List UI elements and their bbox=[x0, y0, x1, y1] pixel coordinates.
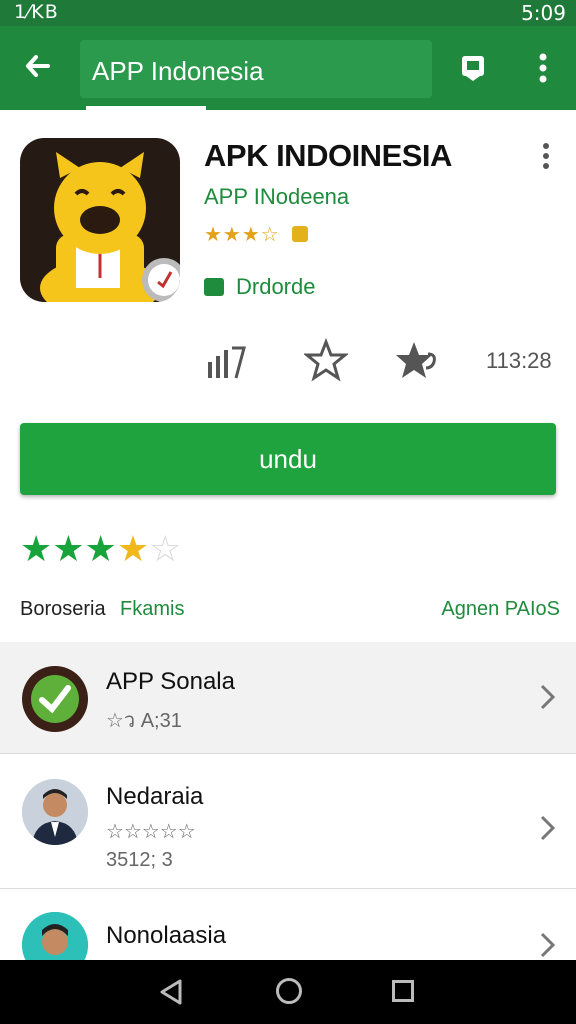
list-item-sub: ☆ว A;31 bbox=[106, 710, 182, 732]
app-toolbar: APP Indonesia bbox=[0, 26, 576, 110]
back-arrow-icon[interactable] bbox=[18, 46, 58, 86]
list-item[interactable]: APP Sonala ☆ว A;31 bbox=[0, 642, 576, 754]
list-item-sub: 3512; 3 bbox=[106, 849, 173, 871]
chevron-right-icon bbox=[536, 682, 558, 712]
installed-icon bbox=[204, 278, 224, 296]
install-tag-label: Drdorde bbox=[236, 274, 316, 299]
search-underline bbox=[86, 106, 206, 110]
app-developer[interactable]: APP INodeena bbox=[204, 184, 349, 210]
list-item[interactable]: Nedaraia ☆☆☆☆☆ 3512; 3 bbox=[0, 755, 576, 889]
chevron-right-icon bbox=[536, 813, 558, 843]
rating-badge-icon bbox=[292, 226, 308, 242]
link-left-green[interactable]: Fkamis bbox=[120, 598, 184, 621]
app-avatar bbox=[22, 666, 88, 732]
bookmark-icon[interactable] bbox=[458, 52, 488, 82]
list-item-title: APP Sonala bbox=[106, 668, 235, 695]
app-icon bbox=[20, 138, 180, 302]
search-text[interactable]: APP Indonesia bbox=[92, 56, 264, 87]
rating-stars[interactable]: ★★★★☆ bbox=[20, 528, 181, 570]
rating-empty-star: ☆ bbox=[149, 528, 182, 569]
rating-yellow-star: ★ bbox=[116, 528, 150, 569]
chevron-right-icon bbox=[536, 930, 558, 960]
star-half-icon bbox=[396, 338, 440, 382]
nav-recents-icon[interactable] bbox=[392, 980, 414, 1002]
chart-icon bbox=[204, 338, 248, 382]
app-title: APK INDOINESIA bbox=[204, 138, 452, 173]
status-time: 5:09 bbox=[521, 1, 566, 25]
link-left-label: Boroseria bbox=[20, 598, 106, 620]
star-outline-icon bbox=[302, 337, 350, 382]
list-item[interactable]: Nonolaasia bbox=[0, 890, 576, 978]
nav-back-icon[interactable] bbox=[158, 978, 184, 1006]
nav-home-icon[interactable] bbox=[276, 978, 302, 1004]
link-right[interactable]: Agnen PAIoS bbox=[441, 598, 560, 621]
install-button[interactable]: undu bbox=[20, 423, 556, 495]
overflow-menu-icon[interactable] bbox=[530, 50, 556, 86]
app-rating-stars: ★★★☆ bbox=[204, 224, 280, 246]
app-more-icon[interactable] bbox=[536, 140, 556, 174]
list-item-title: Nonolaasia bbox=[106, 922, 227, 949]
status-bar: 1⁄ΚΒ 5:09 bbox=[0, 0, 576, 26]
search-box[interactable]: APP Indonesia bbox=[80, 40, 432, 98]
list-item-stars: ☆☆☆☆☆ bbox=[106, 821, 196, 843]
stat-number: 113:28 bbox=[486, 348, 552, 373]
system-nav-bar bbox=[0, 960, 576, 1024]
list-item-title: Nedaraia bbox=[106, 783, 204, 810]
rating-filled-stars: ★★★ bbox=[20, 528, 117, 569]
avatar bbox=[22, 779, 88, 845]
status-left-icons: 1⁄ΚΒ bbox=[14, 1, 59, 23]
